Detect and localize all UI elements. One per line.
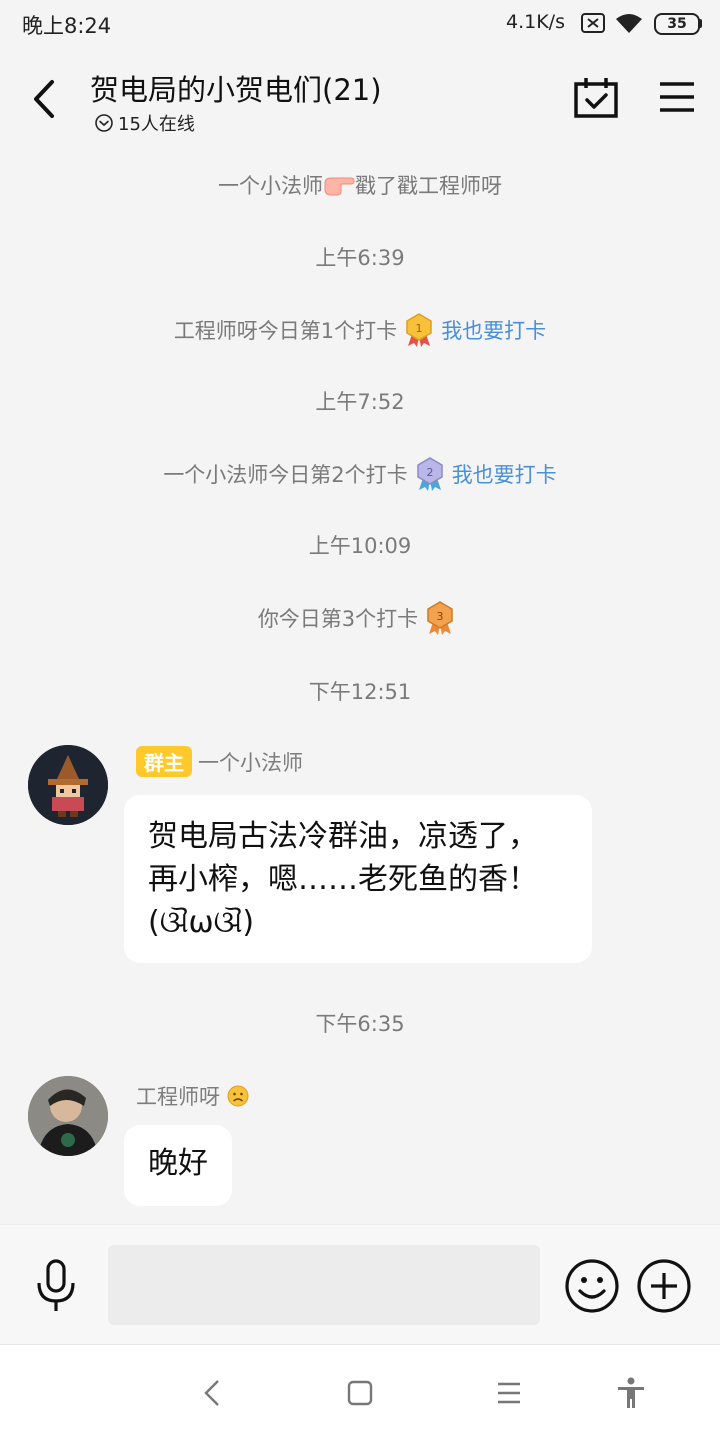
wifi-icon bbox=[616, 14, 642, 33]
battery-icon: 35 bbox=[654, 13, 700, 35]
menu-icon[interactable] bbox=[658, 80, 696, 114]
message-line: 晚好 bbox=[148, 1146, 208, 1181]
checkin-link[interactable]: 我也要打卡 bbox=[452, 463, 557, 487]
frowning-face-icon bbox=[227, 1085, 249, 1107]
svg-text:2: 2 bbox=[426, 466, 433, 479]
checkin-link[interactable]: 我也要打卡 bbox=[441, 319, 546, 343]
online-count: 15人在线 bbox=[118, 114, 195, 135]
poke-notice: 一个小法师 戳了戳工程师呀 bbox=[0, 170, 720, 200]
message-line: 再小榨，嗯……老死鱼的香！ bbox=[148, 862, 538, 897]
timestamp: 上午6:39 bbox=[315, 246, 405, 270]
checkin-notice: 工程师呀今日第1个打卡 1 我也要打卡 bbox=[0, 313, 720, 350]
timestamp: 下午12:51 bbox=[308, 680, 412, 704]
owner-badge: 群主 bbox=[136, 746, 192, 777]
plus-icon[interactable] bbox=[636, 1258, 692, 1314]
timestamp: 上午7:52 bbox=[315, 390, 405, 414]
sender-line: 群主 一个小法师 bbox=[136, 746, 303, 777]
group-title[interactable]: 贺电局的小贺电们(21) bbox=[90, 67, 382, 109]
emoji-icon[interactable] bbox=[564, 1258, 620, 1314]
network-speed: 4.1K/s bbox=[506, 11, 565, 33]
poke-text: 戳了戳工程师呀 bbox=[355, 174, 502, 198]
message-line: 贺电局古法冷群油，凉透了， bbox=[148, 819, 538, 854]
wizard-avatar-icon bbox=[28, 745, 108, 825]
gold-medal-icon: 1 bbox=[406, 313, 432, 347]
input-bar bbox=[0, 1224, 720, 1344]
message-line: (ଔωଔ) bbox=[148, 905, 255, 940]
message-bubble[interactable]: 晚好 bbox=[124, 1125, 232, 1206]
pointing-hand-icon bbox=[324, 177, 355, 196]
chevron-down-circle-icon bbox=[95, 114, 113, 132]
accessibility-icon[interactable] bbox=[613, 1375, 649, 1411]
poke-actor: 一个小法师 bbox=[218, 174, 323, 198]
checkin-text: 工程师呀今日第1个打卡 bbox=[173, 319, 398, 343]
checkin-notice: 你今日第3个打卡 3 bbox=[0, 601, 720, 638]
timestamp: 下午6:35 bbox=[315, 1012, 405, 1036]
message-bubble[interactable]: 贺电局古法冷群油，凉透了， 再小榨，嗯……老死鱼的香！ (ଔωଔ) bbox=[124, 795, 592, 963]
battery-level: 35 bbox=[667, 16, 687, 32]
checkin-text: 你今日第3个打卡 bbox=[257, 607, 419, 631]
bronze-medal-icon: 3 bbox=[427, 601, 453, 635]
svg-text:1: 1 bbox=[416, 322, 423, 335]
timestamp: 上午10:09 bbox=[308, 534, 412, 558]
checkin-text: 一个小法师今日第2个打卡 bbox=[163, 463, 408, 487]
svg-text:3: 3 bbox=[437, 610, 444, 623]
avatar[interactable] bbox=[28, 745, 108, 825]
battery-tip bbox=[699, 19, 702, 28]
sender-name[interactable]: 一个小法师 bbox=[198, 747, 303, 777]
nav-back-icon[interactable] bbox=[196, 1375, 232, 1411]
system-nav-bar bbox=[0, 1344, 720, 1440]
sim-none-icon bbox=[581, 13, 605, 33]
status-time: 晚上8:24 bbox=[22, 14, 112, 38]
calendar-checkin-icon[interactable] bbox=[572, 76, 620, 120]
checkin-notice: 一个小法师今日第2个打卡 2 我也要打卡 bbox=[0, 457, 720, 494]
silver-medal-icon: 2 bbox=[416, 457, 443, 491]
sender-name[interactable]: 工程师呀 bbox=[136, 1081, 220, 1111]
microphone-icon[interactable] bbox=[34, 1259, 78, 1313]
status-bar: 晚上8:24 4.1K/s 35 bbox=[0, 0, 720, 48]
online-status[interactable]: 15人在线 bbox=[94, 110, 195, 136]
nav-home-icon[interactable] bbox=[342, 1375, 378, 1411]
chat-header: 贺电局的小贺电们(21) 15人在线 bbox=[0, 48, 720, 148]
sender-line: 工程师呀 bbox=[136, 1081, 250, 1111]
back-arrow-icon[interactable] bbox=[24, 74, 68, 124]
user-photo-icon bbox=[28, 1076, 108, 1156]
avatar[interactable] bbox=[28, 1076, 108, 1156]
nav-recents-icon[interactable] bbox=[491, 1375, 527, 1411]
message-input[interactable] bbox=[108, 1245, 540, 1325]
